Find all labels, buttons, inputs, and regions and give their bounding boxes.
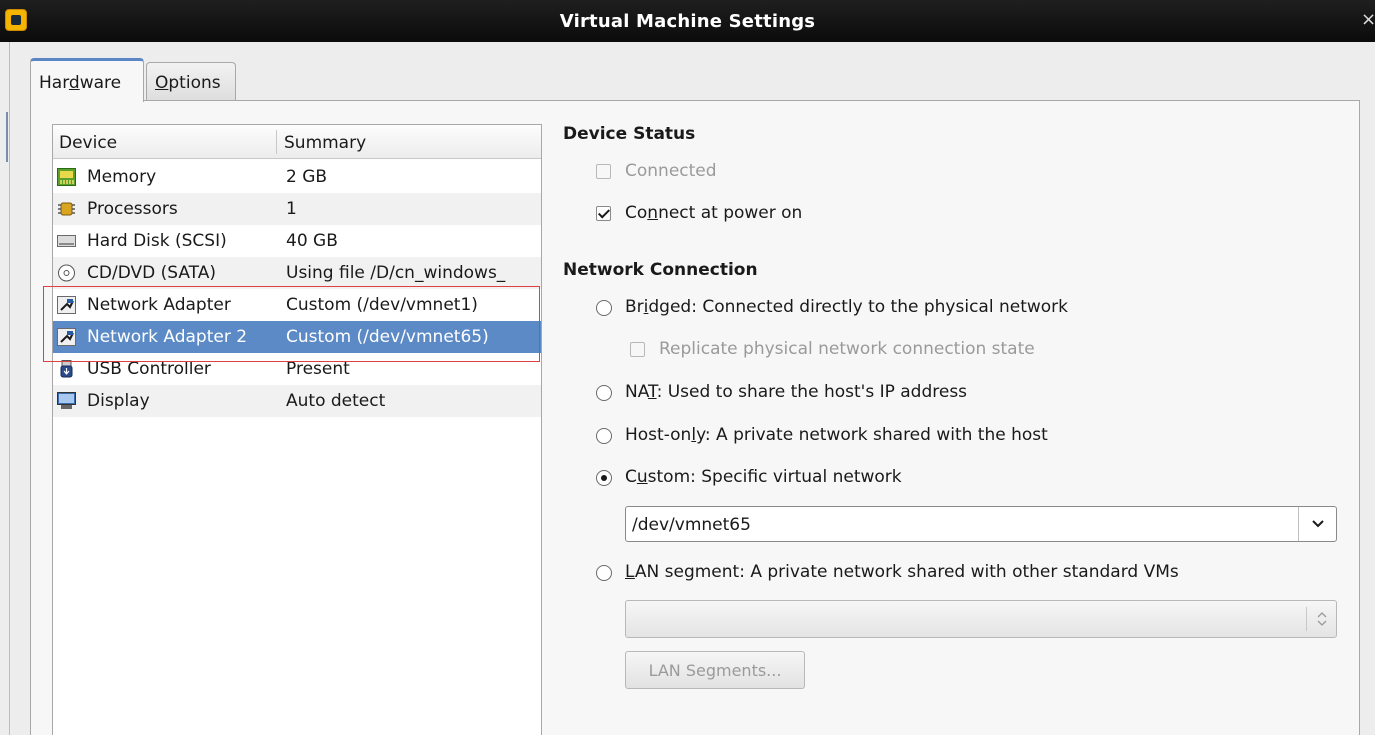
column-header-summary[interactable]: Summary <box>284 133 366 153</box>
processor-icon <box>57 200 76 218</box>
connected-label: Connected <box>625 161 717 181</box>
bridged-label: Bridged: Connected directly to the physi… <box>625 297 1068 317</box>
lan-segment-label: LAN segment: A private network shared wi… <box>625 562 1179 582</box>
device-list[interactable]: Device Summary Memory 2 GB Processors 1 … <box>52 124 542 735</box>
device-row-network-adapter[interactable]: Network Adapter Custom (/dev/vmnet1) <box>53 289 541 321</box>
lan-segments-button[interactable]: LAN Segments... <box>625 651 805 689</box>
network-adapter-icon <box>57 328 76 346</box>
lan-segment-select[interactable] <box>625 600 1337 638</box>
connected-checkbox[interactable] <box>596 164 611 179</box>
lan-segment-radio[interactable] <box>596 565 612 581</box>
device-row-display[interactable]: Display Auto detect <box>53 385 541 417</box>
nat-radio[interactable] <box>596 385 612 401</box>
connect-at-power-on-checkbox[interactable] <box>596 206 611 221</box>
custom-network-select[interactable]: /dev/vmnet65 <box>625 506 1337 542</box>
title-bar: Virtual Machine Settings × <box>0 0 1375 42</box>
network-adapter-icon <box>57 296 76 314</box>
replicate-state-checkbox[interactable] <box>630 342 645 357</box>
host-only-radio[interactable] <box>596 428 612 444</box>
cd-dvd-icon <box>57 264 76 282</box>
device-row-network-adapter-2[interactable]: Network Adapter 2 Custom (/dev/vmnet65) <box>53 321 541 353</box>
custom-radio[interactable] <box>596 470 612 486</box>
device-list-header: Device Summary <box>53 125 541 159</box>
nat-label: NAT: Used to share the host's IP address <box>625 382 968 402</box>
close-button[interactable]: × <box>1361 10 1375 30</box>
bridged-radio[interactable] <box>596 300 612 316</box>
window-title: Virtual Machine Settings <box>559 11 816 32</box>
chevron-down-icon <box>1312 520 1324 528</box>
memory-icon <box>57 168 76 186</box>
device-row-cd-dvd[interactable]: CD/DVD (SATA) Using file /D/cn_windows_ <box>53 257 541 289</box>
display-icon <box>57 392 76 410</box>
custom-network-value: /dev/vmnet65 <box>632 515 751 535</box>
device-row-memory[interactable]: Memory 2 GB <box>53 161 541 193</box>
window-border <box>0 42 10 735</box>
device-row-hard-disk[interactable]: Hard Disk (SCSI) 40 GB <box>53 225 541 257</box>
usb-icon <box>57 360 76 378</box>
device-row-usb-controller[interactable]: USB Controller Present <box>53 353 541 385</box>
custom-label: Custom: Specific virtual network <box>625 467 902 487</box>
dropdown-button[interactable] <box>1298 507 1336 541</box>
hard-disk-icon <box>57 232 76 250</box>
connect-at-power-on-label: Connect at power on <box>625 203 803 223</box>
network-connection-title: Network Connection <box>563 260 758 280</box>
tab-hardware[interactable]: Hardware <box>30 58 144 102</box>
device-status-title: Device Status <box>563 124 696 144</box>
up-down-arrows-icon <box>1317 612 1327 626</box>
device-row-processors[interactable]: Processors 1 <box>53 193 541 225</box>
replicate-state-label: Replicate physical network connection st… <box>659 339 1035 359</box>
column-separator[interactable] <box>276 130 277 154</box>
tab-options[interactable]: Options <box>146 62 236 100</box>
column-header-device[interactable]: Device <box>59 133 117 153</box>
spin-button[interactable] <box>1306 607 1336 631</box>
host-only-label: Host-only: A private network shared with… <box>625 425 1048 445</box>
